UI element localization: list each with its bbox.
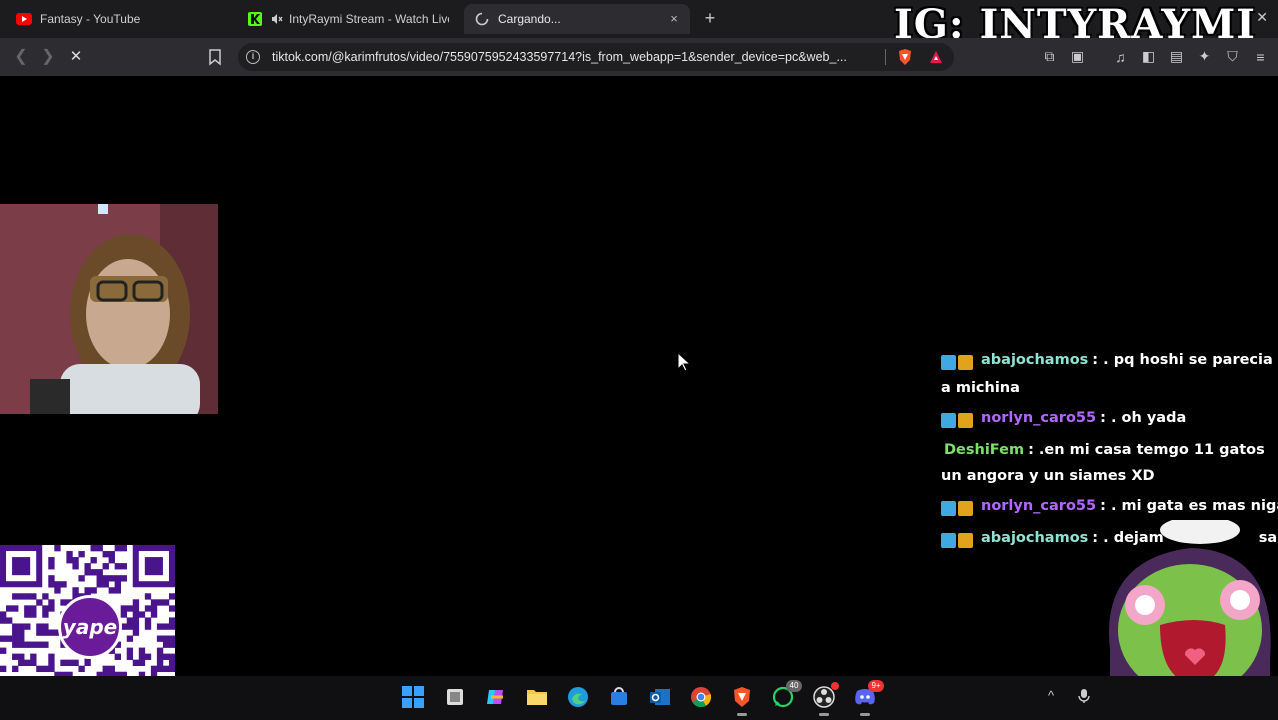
chat-badges — [941, 495, 975, 521]
crown-badge-icon — [958, 532, 973, 548]
forward-button[interactable]: ❯ — [38, 47, 58, 67]
sub-badge-icon — [941, 412, 956, 428]
vpn-shield-icon[interactable]: ⛉ — [1223, 47, 1242, 66]
leo-ai-icon[interactable]: ✦ — [1195, 47, 1214, 66]
browser-tab-strip: Fantasy - YouTube IntyRaymi Stream - Wat… — [0, 0, 1278, 48]
tray-overflow-chevron-icon[interactable]: ^ — [1048, 688, 1054, 703]
loading-spinner-icon — [474, 11, 490, 27]
chat-message: norlyn_caro55: . mi gata es mas niga c — [941, 493, 1278, 521]
file-explorer-icon[interactable] — [524, 684, 550, 710]
chat-message: DeshiFem: .en mi casa temgo 11 gatos un … — [941, 437, 1278, 489]
webcam-feed — [0, 204, 218, 414]
mouse-cursor-icon — [677, 351, 692, 372]
store-icon[interactable] — [606, 684, 632, 710]
address-bar[interactable]: i tiktok.com/@karimfrutos/video/75590759… — [238, 43, 954, 71]
sub-badge-icon — [941, 500, 956, 516]
wallet-icon[interactable]: ▤ — [1167, 47, 1186, 66]
chat-username: norlyn_caro55 — [981, 498, 1097, 514]
site-info-icon[interactable]: i — [246, 50, 260, 64]
close-tab-icon[interactable]: × — [666, 11, 682, 27]
microphone-icon[interactable] — [1078, 688, 1090, 707]
crown-badge-icon — [958, 500, 973, 516]
tab-intyraymi-stream[interactable]: IntyRaymi Stream - Watch Live o — [237, 4, 459, 34]
chat-username: abajochamos — [981, 352, 1089, 368]
obs-icon[interactable] — [811, 682, 839, 716]
screenshot-icon[interactable]: ▣ — [1068, 47, 1087, 66]
sidebar-icon[interactable]: ◧ — [1139, 47, 1158, 66]
chat-badges — [941, 349, 975, 375]
chat-text: : . oh yada — [1100, 410, 1187, 426]
kick-icon — [247, 11, 263, 27]
recording-dot — [831, 682, 839, 690]
tab-label: Fantasy - YouTube — [40, 12, 141, 26]
yape-label: yape — [62, 615, 118, 639]
tab-label: Cargando... — [498, 12, 561, 26]
chat-username: abajochamos — [981, 530, 1089, 546]
back-button[interactable]: ❮ — [11, 47, 31, 67]
copilot-icon[interactable] — [483, 684, 509, 710]
extensions-puzzle-icon[interactable]: ⧉ — [1040, 47, 1059, 66]
window-close-icon[interactable]: ✕ — [1256, 9, 1268, 26]
chat-username: norlyn_caro55 — [981, 410, 1097, 426]
chat-message: abajochamos: . pq hoshi se parecia a mic… — [941, 347, 1278, 401]
edge-icon[interactable] — [565, 684, 591, 710]
omnibox-divider — [885, 49, 886, 65]
media-controls-icon[interactable]: ♫ — [1111, 47, 1130, 66]
brave-shields-icon[interactable] — [896, 48, 914, 66]
tab-youtube[interactable]: Fantasy - YouTube — [6, 4, 231, 34]
tab-loading[interactable]: Cargando... × — [464, 4, 690, 34]
menu-icon[interactable]: ≡ — [1251, 47, 1270, 66]
stop-loading-button[interactable]: ✕ — [66, 47, 86, 67]
outlook-icon[interactable] — [647, 684, 673, 710]
whatsapp-icon[interactable]: 40 — [770, 680, 802, 710]
brave-rewards-icon[interactable] — [928, 49, 944, 65]
chat-badges — [941, 527, 975, 553]
whatsapp-badge: 40 — [786, 680, 802, 692]
muted-speaker-icon[interactable] — [271, 11, 283, 27]
url-text[interactable]: tiktok.com/@karimfrutos/video/7559075952… — [272, 50, 847, 64]
discord-badge: 9+ — [868, 680, 884, 692]
sub-badge-icon — [941, 532, 956, 548]
chat-text: : . mi gata es mas niga c — [1100, 498, 1278, 514]
windows-taskbar: 40 9+ ^ — [0, 676, 1278, 720]
browser-toolbar: ❮ ❯ ✕ i tiktok.com/@karimfrutos/video/75… — [0, 38, 1278, 76]
new-tab-button[interactable]: + — [700, 8, 720, 28]
chat-username: DeshiFem — [944, 442, 1025, 458]
tab-label: IntyRaymi Stream - Watch Live o — [289, 12, 449, 26]
discord-icon[interactable]: 9+ — [852, 680, 884, 716]
task-view-icon[interactable] — [442, 684, 468, 710]
yape-logo: yape — [58, 595, 122, 659]
crown-badge-icon — [958, 412, 973, 428]
youtube-icon — [16, 11, 32, 27]
brave-icon[interactable] — [729, 684, 755, 716]
crown-badge-icon — [958, 354, 973, 370]
chat-badges — [941, 407, 975, 433]
windows-start-icon[interactable] — [400, 684, 426, 710]
sub-badge-icon — [941, 354, 956, 370]
chrome-icon[interactable] — [688, 684, 714, 710]
toolbar-extensions: ⧉ ▣ ♫ ◧ ▤ ✦ ⛉ ≡ — [1040, 47, 1270, 66]
bookmark-icon[interactable] — [205, 47, 225, 67]
chat-message: norlyn_caro55: . oh yada — [941, 405, 1278, 433]
